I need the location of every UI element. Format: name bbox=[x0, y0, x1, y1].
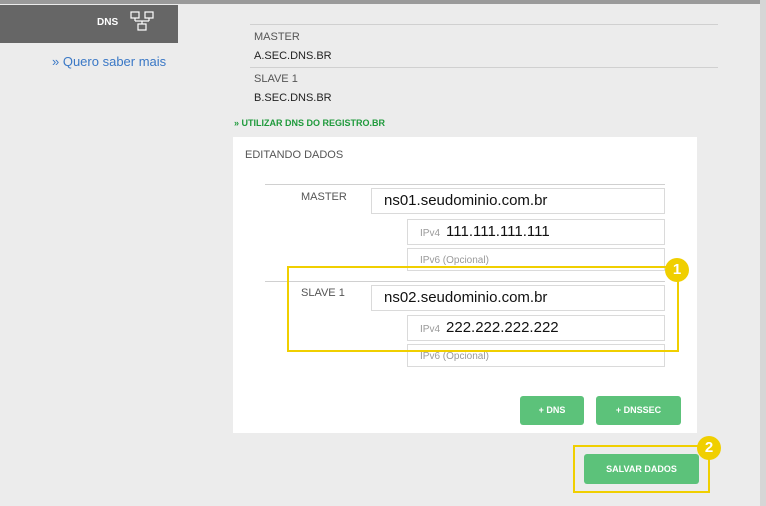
current-slave-value: B.SEC.DNS.BR bbox=[254, 92, 332, 104]
learn-more-link[interactable]: » Quero saber mais bbox=[52, 54, 166, 69]
master-label: MASTER bbox=[301, 191, 347, 203]
callout-badge-2: 2 bbox=[697, 436, 721, 460]
divider bbox=[265, 184, 665, 185]
save-highlight-box bbox=[573, 445, 710, 493]
divider bbox=[250, 24, 718, 25]
dns-tab[interactable]: DNS bbox=[0, 5, 178, 43]
master-ipv4-value: 111.111.111.111 bbox=[446, 223, 550, 240]
current-master-value: A.SEC.DNS.BR bbox=[254, 50, 332, 62]
panel-title: EDITANDO DADOS bbox=[245, 149, 344, 161]
divider bbox=[250, 67, 718, 68]
ipv4-prefix: IPv4 bbox=[420, 228, 441, 239]
callout-badge-1: 1 bbox=[665, 258, 689, 282]
master-hostname-input[interactable]: ns01.seudominio.com.br bbox=[371, 188, 665, 214]
dns-tab-label: DNS bbox=[97, 17, 119, 28]
add-dnssec-button[interactable]: + DNSSEC bbox=[596, 396, 681, 425]
add-dns-button[interactable]: + DNS bbox=[520, 396, 584, 425]
master-ipv4-input[interactable]: IPv4 111.111.111.111 bbox=[407, 219, 665, 245]
slave-highlight-box bbox=[287, 266, 679, 352]
use-registro-dns-link[interactable]: » UTILIZAR DNS DO REGISTRO.BR bbox=[234, 118, 385, 128]
top-border bbox=[0, 0, 766, 4]
current-slave-label: SLAVE 1 bbox=[254, 73, 298, 85]
network-icon bbox=[130, 11, 154, 36]
current-master-label: MASTER bbox=[254, 31, 300, 43]
right-scroll-edge bbox=[760, 0, 766, 506]
